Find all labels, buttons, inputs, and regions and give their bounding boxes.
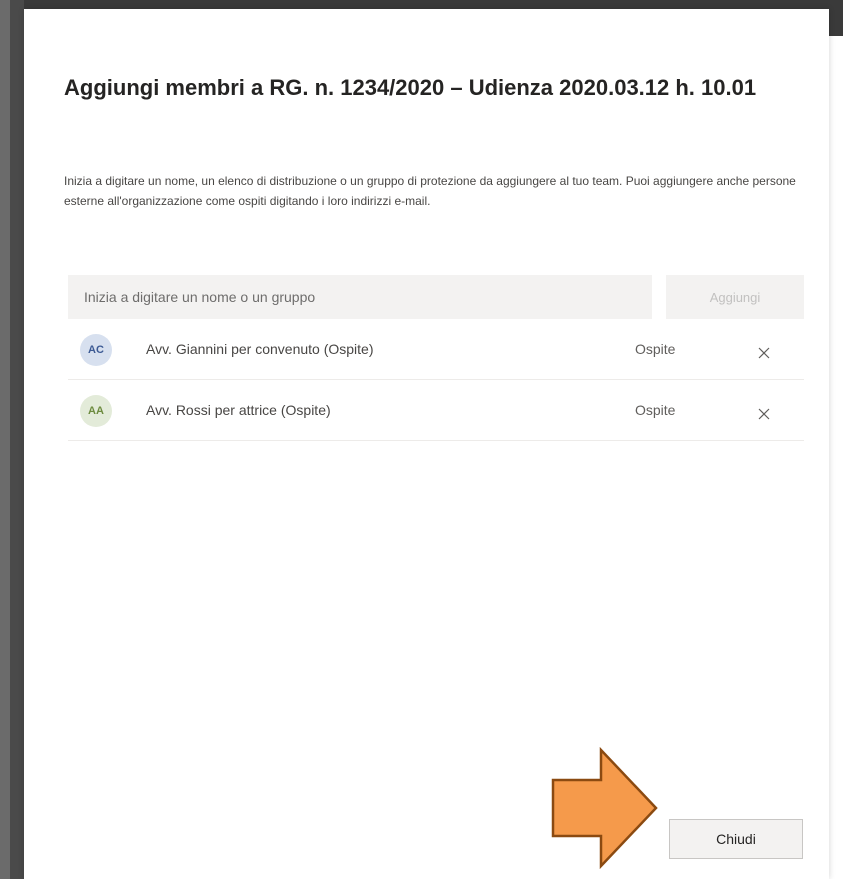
member-role: Ospite bbox=[635, 402, 676, 418]
close-icon bbox=[758, 408, 770, 419]
dialog-title: Aggiungi membri a RG. n. 1234/2020 – Udi… bbox=[64, 75, 757, 100]
background-app-sidebar bbox=[0, 0, 24, 879]
add-button[interactable]: Aggiungi bbox=[666, 275, 804, 319]
member-row: AC Avv. Giannini per convenuto (Ospite) … bbox=[68, 319, 804, 380]
remove-member-button[interactable] bbox=[750, 335, 778, 363]
member-list: AC Avv. Giannini per convenuto (Ospite) … bbox=[68, 319, 804, 441]
add-members-dialog: Aggiungi membri a RG. n. 1234/2020 – Udi… bbox=[24, 9, 829, 879]
remove-member-button[interactable] bbox=[750, 396, 778, 424]
background-app-strip bbox=[0, 0, 843, 9]
member-name: Avv. Giannini per convenuto (Ospite) bbox=[146, 341, 374, 357]
avatar: AA bbox=[80, 395, 112, 427]
member-row: AA Avv. Rossi per attrice (Ospite) Ospit… bbox=[68, 380, 804, 441]
member-search-input[interactable] bbox=[68, 275, 652, 319]
member-role: Ospite bbox=[635, 341, 676, 357]
member-name: Avv. Rossi per attrice (Ospite) bbox=[146, 402, 331, 418]
close-dialog-button[interactable]: Chiudi bbox=[669, 819, 803, 859]
background-app-corner bbox=[829, 0, 843, 36]
background-app-sidebar-edge bbox=[0, 0, 10, 879]
avatar: AC bbox=[80, 334, 112, 366]
dialog-instructions: Inizia a digitare un nome, un elenco di … bbox=[64, 174, 796, 208]
close-icon bbox=[758, 347, 770, 358]
arrow-right-icon bbox=[551, 747, 658, 869]
